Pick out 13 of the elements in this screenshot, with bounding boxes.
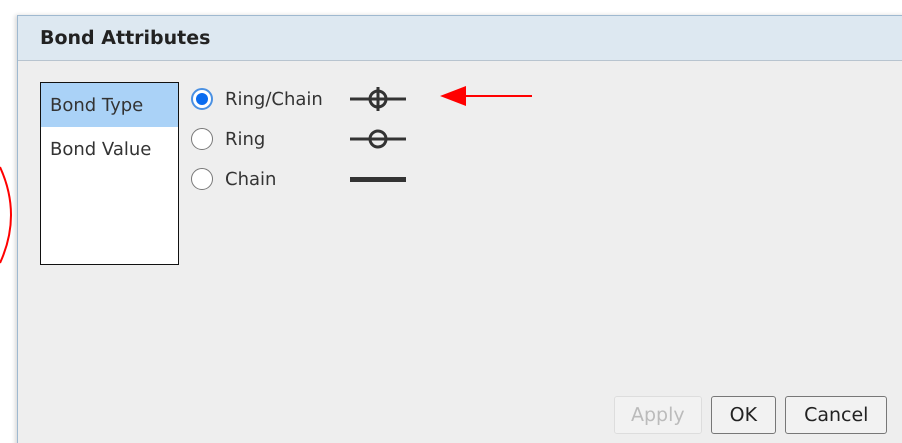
option-label: Chain <box>225 168 278 190</box>
option-label: Ring <box>225 128 266 150</box>
category-item[interactable]: Bond Type <box>41 83 178 127</box>
category-item[interactable]: Bond Value <box>41 127 178 171</box>
dialog-button[interactable]: OK <box>710 396 776 434</box>
radio-button[interactable] <box>191 88 213 110</box>
window-title: Bond Attributes <box>40 27 210 49</box>
dialog-button[interactable]: Cancel <box>785 396 888 434</box>
bond-crosshair-icon <box>350 85 406 113</box>
option-label: Ring/Chain <box>225 88 324 110</box>
radio-button[interactable] <box>191 168 213 190</box>
bond-line-icon <box>350 176 406 182</box>
radio-button[interactable] <box>191 128 213 150</box>
